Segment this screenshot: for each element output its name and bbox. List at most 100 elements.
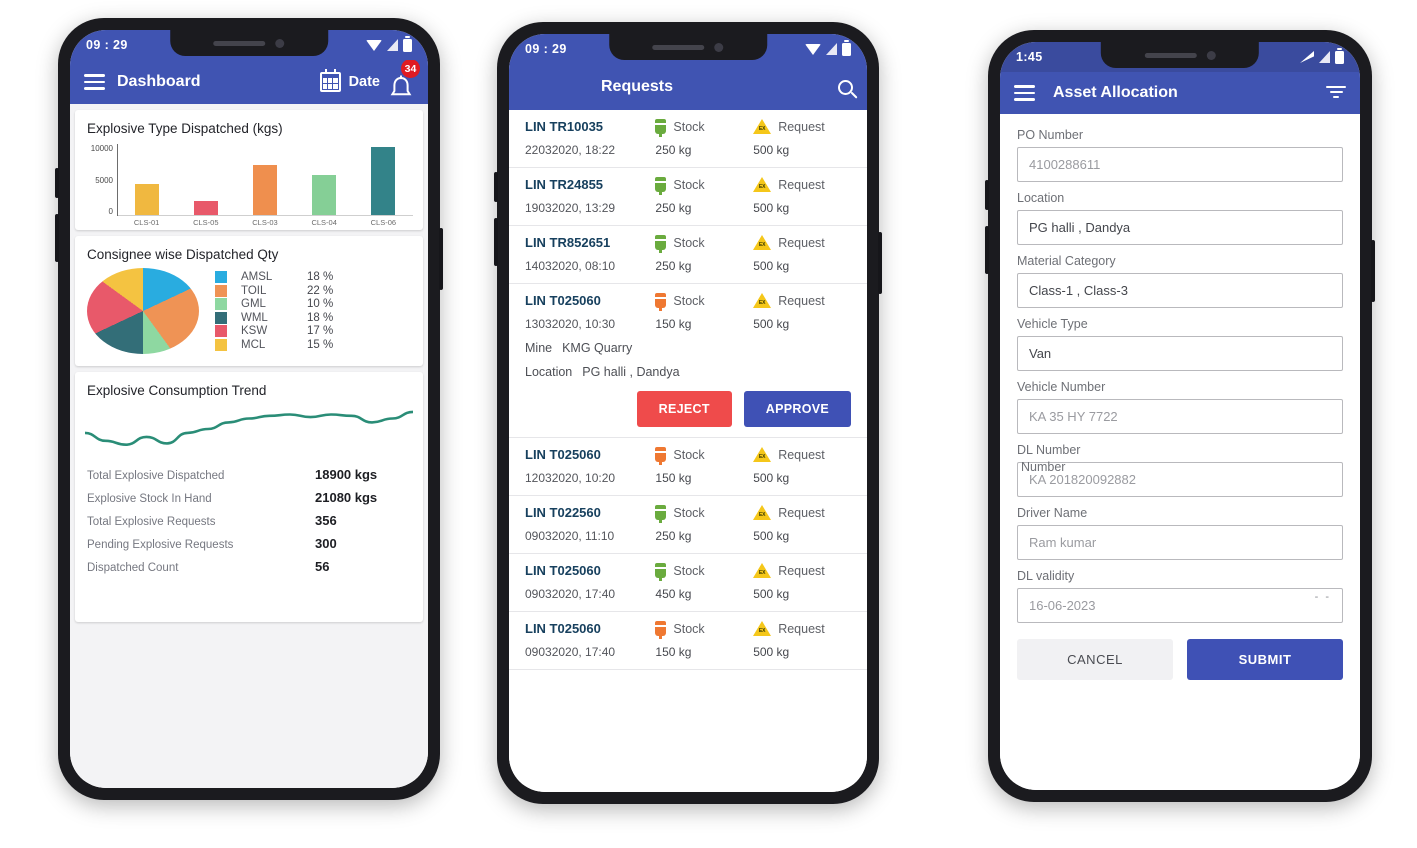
stock-label: Stock (673, 293, 705, 308)
cancel-button[interactable]: CANCEL (1017, 639, 1173, 680)
field-label: Location (1017, 191, 1065, 205)
field-input[interactable] (1017, 588, 1343, 623)
stock-value: 450 kg (655, 587, 692, 601)
dashboard-body: Explosive Type Dispatched (kgs) 10000 50… (70, 104, 428, 788)
request-value: 500 kg (753, 201, 790, 215)
stock-canister-icon (653, 235, 668, 253)
hamburger-menu-icon[interactable] (84, 74, 105, 90)
bar-column (181, 144, 231, 215)
request-value: 500 kg (753, 143, 790, 157)
field-input[interactable] (1017, 525, 1343, 560)
x-tick-label: CLS-04 (311, 218, 337, 227)
request-list-item[interactable]: LIN T022560 Stock EX Request 09032020, 11… (509, 496, 867, 554)
location-row: Location PG halli , Dandya (525, 365, 851, 379)
calendar-icon[interactable] (319, 69, 341, 92)
request-date: 13032020, 10:30 (525, 317, 616, 331)
x-tick-label: CLS-01 (133, 218, 160, 227)
stock-label: Stock (673, 119, 705, 134)
wifi-icon (805, 43, 821, 55)
request-label: Request (778, 119, 825, 134)
stock-value: 150 kg (655, 471, 692, 485)
mine-value: KMG Quarry (562, 341, 633, 355)
location-value: PG halli , Dandya (582, 365, 680, 379)
field-input[interactable] (1017, 399, 1343, 434)
stat-value: 21080 kgs (315, 490, 378, 505)
field-input[interactable] (1017, 336, 1343, 371)
stat-value: 56 (315, 559, 330, 574)
stock-value: 250 kg (655, 529, 692, 543)
request-value: 500 kg (753, 529, 790, 543)
page-title: Dashboard (117, 73, 201, 90)
request-value: 500 kg (753, 645, 790, 659)
power-button[interactable] (1371, 240, 1375, 302)
request-list-item[interactable]: LIN T025060 Stock EX Request 13032020, 10… (509, 284, 867, 438)
stock-value: 250 kg (655, 201, 692, 215)
request-list-item[interactable]: LIN TR852651 Stock EX Request 14032020, 0… (509, 226, 867, 284)
field-input[interactable] (1017, 210, 1343, 245)
x-tick-label: CLS-05 (193, 218, 219, 227)
power-button[interactable] (878, 232, 882, 294)
explosive-warning-icon: EX (753, 293, 772, 308)
request-label: Request (778, 621, 825, 636)
field-input[interactable] (1017, 462, 1343, 497)
volume-up-button[interactable] (985, 180, 989, 210)
bar-column (122, 144, 172, 215)
stat-row: Total Explosive Dispatched 18900 kgs (87, 463, 411, 486)
bar (194, 201, 219, 215)
x-tick-label: CLS-03 (252, 218, 278, 227)
field-label: PO Number (1017, 128, 1083, 142)
bar-column (240, 144, 290, 215)
hamburger-menu-icon[interactable] (1014, 85, 1035, 101)
stock-label: Stock (673, 505, 705, 520)
bar-chart-x-axis: CLS-01 CLS-05 CLS-03 CLS-04 CLS-06 (117, 218, 413, 227)
bar-column (358, 144, 408, 215)
volume-down-button[interactable] (494, 218, 498, 266)
field-label: DL Number (1017, 443, 1081, 457)
request-id: LIN T025060 (525, 293, 601, 308)
notifications-button[interactable]: 34 (388, 59, 420, 97)
volume-up-button[interactable] (494, 172, 498, 202)
reject-button[interactable]: REJECT (636, 391, 732, 427)
request-label: Request (778, 447, 825, 462)
power-button[interactable] (439, 228, 443, 290)
trend-card: Explosive Consumption Trend Total Explos… (75, 372, 423, 622)
bar (135, 183, 160, 215)
page-title: Asset Allocation (1053, 84, 1178, 101)
request-id: LIN T025060 (525, 621, 601, 636)
approve-button[interactable]: APPROVE (743, 391, 851, 427)
stat-label: Total Explosive Requests (87, 516, 216, 528)
app-bar: Dashboard Date 34 (70, 59, 428, 104)
filter-icon[interactable] (1326, 86, 1346, 100)
request-list-item[interactable]: LIN T025060 Stock EX Request 09032020, 17… (509, 612, 867, 670)
request-list-item[interactable]: LIN TR10035 Stock EX Request 22032020, 18… (509, 110, 867, 168)
request-label: Request (778, 563, 825, 578)
legend-item: MCL 15 % (215, 338, 413, 351)
stock-value: 250 kg (655, 143, 692, 157)
legend-label: AMSL (241, 271, 273, 284)
bar-column (299, 144, 349, 215)
explosive-warning-icon: EX (753, 235, 772, 250)
volume-down-button[interactable] (985, 226, 989, 274)
legend-swatch (215, 325, 227, 338)
stock-canister-icon (653, 621, 668, 639)
request-list-item[interactable]: LIN T025060 Stock EX Request 12032020, 10… (509, 438, 867, 496)
request-list-item[interactable]: LIN T025060 Stock EX Request 09032020, 17… (509, 554, 867, 612)
volume-down-button[interactable] (55, 214, 59, 262)
legend-item: AMSL 18 % (215, 271, 413, 284)
stock-value: 150 kg (655, 645, 692, 659)
request-value: 500 kg (753, 587, 790, 601)
pie-chart-card: Consignee wise Dispatched Qty AMSL 18 % TO… (75, 236, 423, 366)
requests-list[interactable]: LIN TR10035 Stock EX Request 22032020, 18… (509, 110, 867, 792)
field-input[interactable] (1017, 273, 1343, 308)
search-icon[interactable] (838, 79, 853, 95)
submit-button[interactable]: SUBMIT (1187, 639, 1343, 680)
request-value: 500 kg (753, 471, 790, 485)
date-button-label[interactable]: Date (349, 74, 380, 90)
asset-allocation-form: PO Number Location Material Category Vehicl… (1000, 114, 1360, 790)
field-label-overlap: Number (1021, 460, 1066, 474)
request-list-item[interactable]: LIN TR24855 Stock EX Request 19032020, 13… (509, 168, 867, 226)
field-input[interactable] (1017, 147, 1343, 182)
volume-up-button[interactable] (55, 168, 59, 198)
legend-swatch (215, 284, 227, 297)
stock-canister-icon (653, 447, 668, 465)
